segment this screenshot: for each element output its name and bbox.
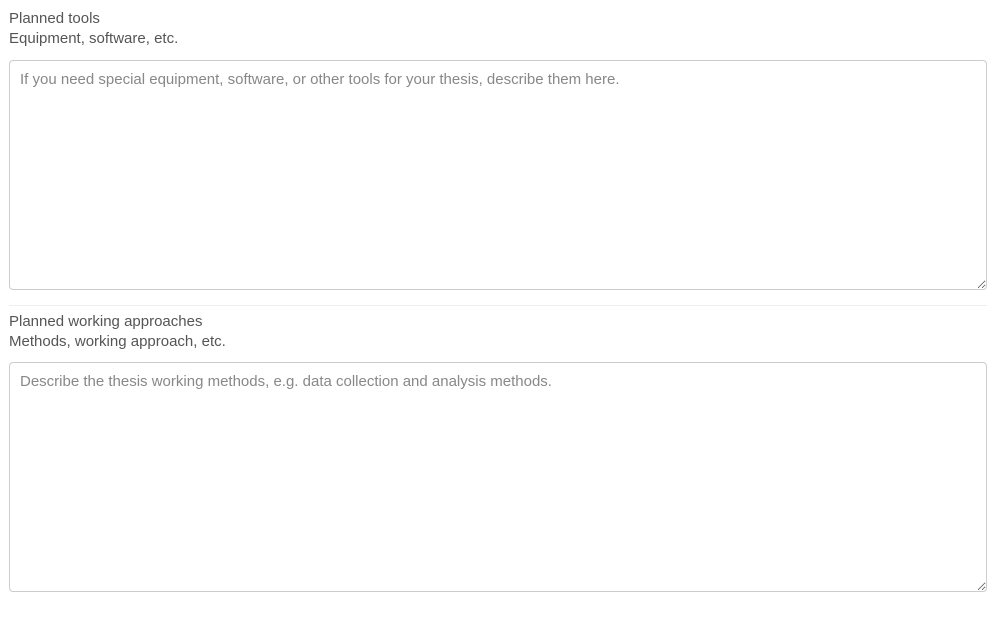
planned-tools-textarea[interactable] bbox=[9, 60, 987, 290]
planned-approaches-textarea[interactable] bbox=[9, 362, 987, 592]
planned-approaches-label: Planned working approaches bbox=[9, 312, 987, 332]
planned-approaches-sublabel: Methods, working approach, etc. bbox=[9, 332, 987, 352]
section-divider bbox=[9, 305, 987, 306]
planned-tools-sublabel: Equipment, software, etc. bbox=[9, 29, 987, 49]
planned-tools-section: Planned tools Equipment, software, etc. bbox=[9, 9, 987, 294]
planned-approaches-section: Planned working approaches Methods, work… bbox=[9, 312, 987, 597]
planned-tools-label: Planned tools bbox=[9, 9, 987, 29]
